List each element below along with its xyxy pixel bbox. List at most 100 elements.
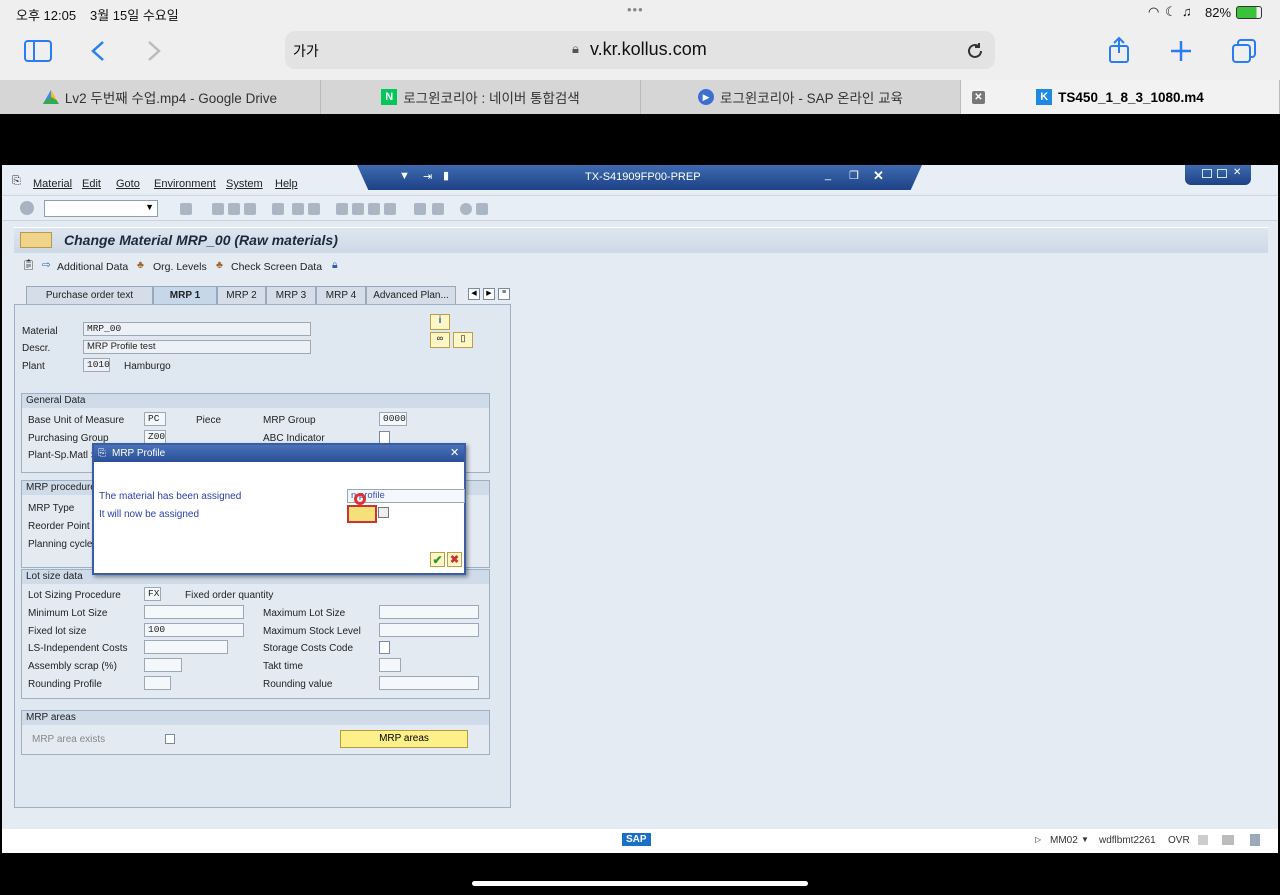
dropdown-icon[interactable]: ▼ xyxy=(399,170,410,182)
rounding-value-field[interactable] xyxy=(379,676,479,690)
back-icon[interactable] xyxy=(90,40,106,62)
assembly-scrap-field[interactable] xyxy=(144,658,182,672)
descr-label: Descr. xyxy=(22,343,51,354)
document-icon[interactable]: ▯ xyxy=(453,332,473,348)
last-page-icon[interactable] xyxy=(384,203,396,215)
home-indicator xyxy=(472,881,808,886)
command-dropdown-icon[interactable]: ▼ xyxy=(145,202,154,212)
max-icon[interactable] xyxy=(1217,169,1227,178)
text-size-button[interactable]: 가가 xyxy=(293,41,319,61)
mrp-group-field[interactable]: 0000 xyxy=(379,412,407,426)
transaction-code[interactable]: MM02 xyxy=(1050,835,1078,846)
browser-tab[interactable]: Lv2 두번째 수업.mp4 - Google Drive xyxy=(0,80,321,114)
create-icon[interactable]: 📋︎ xyxy=(22,258,35,271)
print-icon[interactable] xyxy=(272,203,284,215)
tab-advanced-planning[interactable]: Advanced Plan... xyxy=(366,286,456,304)
tab-scroll-left-icon[interactable]: ◀ xyxy=(468,288,480,300)
browser-tab[interactable]: ▶ 로그윈코리아 - SAP 온라인 교육 xyxy=(641,80,961,114)
tab-mrp4[interactable]: MRP 4 xyxy=(316,286,366,304)
buom-field[interactable]: PC xyxy=(144,412,166,426)
restore-icon[interactable]: ❐ xyxy=(849,169,859,182)
fixed-lot-size-field[interactable]: 100 xyxy=(144,623,244,637)
confirm-icon[interactable]: ✔ xyxy=(430,552,445,567)
storage-costs-code-field[interactable] xyxy=(379,641,390,654)
win-close-icon[interactable]: ✕ xyxy=(1233,167,1241,178)
minimum-lot-size-field[interactable] xyxy=(144,605,244,619)
rounding-profile-field[interactable] xyxy=(144,676,171,690)
menu-environment[interactable]: Environment xyxy=(154,178,216,190)
takt-time-field[interactable] xyxy=(379,658,401,672)
status-expand-icon[interactable]: ▷ xyxy=(1035,835,1041,844)
additional-data-button[interactable]: Additional Data xyxy=(57,261,128,273)
org-levels-button[interactable]: Org. Levels xyxy=(153,261,207,273)
enter-icon[interactable] xyxy=(20,201,34,215)
tabs-overview-icon[interactable] xyxy=(1231,38,1257,64)
tab-mrp2[interactable]: MRP 2 xyxy=(217,286,266,304)
lock-icon[interactable]: 🔒︎ xyxy=(332,259,338,272)
maximum-stock-level-field[interactable] xyxy=(379,623,479,637)
new-session-icon[interactable] xyxy=(414,203,426,215)
maximum-lot-size-field[interactable] xyxy=(379,605,479,619)
multitask-dots[interactable]: ••• xyxy=(627,2,644,17)
menu-goto[interactable]: Goto xyxy=(116,178,140,190)
tab-mrp3[interactable]: MRP 3 xyxy=(266,286,316,304)
browser-tab[interactable]: N 로그윈코리아 : 네이버 통합검색 xyxy=(321,80,641,114)
sap-menu-icon[interactable]: ⎘ xyxy=(12,175,21,188)
dialog-close-icon[interactable]: ✕ xyxy=(450,445,459,462)
help-icon[interactable] xyxy=(460,203,472,215)
new-tab-icon[interactable] xyxy=(1170,40,1192,62)
first-page-icon[interactable] xyxy=(336,203,348,215)
layout-icon[interactable] xyxy=(1222,835,1234,845)
menu-edit[interactable]: Edit xyxy=(82,178,101,190)
sap-system-toolbar: ▼ xyxy=(2,195,1278,221)
search-help-icon[interactable] xyxy=(378,507,389,518)
shortcut-icon[interactable] xyxy=(432,203,444,215)
mrp-group-label: MRP Group xyxy=(263,415,316,426)
mrp-area-exists-label: MRP area exists xyxy=(32,734,106,745)
pin-icon[interactable]: ⇥ xyxy=(423,170,432,183)
browser-tab-active[interactable]: ✕ K TS450_1_8_3_1080.m4 xyxy=(961,80,1280,114)
check-screen-data-button[interactable]: Check Screen Data xyxy=(231,261,322,273)
share-icon[interactable] xyxy=(1107,36,1131,64)
min-icon[interactable] xyxy=(1202,169,1212,178)
ls-independent-costs-field[interactable] xyxy=(144,640,228,654)
tab-purchase-order-text[interactable]: Purchase order text xyxy=(26,286,153,304)
exit-icon[interactable] xyxy=(228,203,240,215)
find-next-icon[interactable] xyxy=(308,203,320,215)
mrp-areas-button[interactable]: MRP areas xyxy=(340,730,468,748)
next-page-icon[interactable] xyxy=(368,203,380,215)
cancel-icon[interactable]: ✖ xyxy=(447,552,462,567)
material-label: Material xyxy=(22,326,58,337)
cancel-icon[interactable] xyxy=(244,203,256,215)
menu-help[interactable]: Help xyxy=(275,178,298,190)
minimize-icon[interactable]: _ xyxy=(825,169,831,181)
plant-label: Plant xyxy=(22,361,45,372)
tcode-dropdown-icon[interactable]: ▼ xyxy=(1081,835,1089,844)
address-bar[interactable]: 가가 🔒︎ v.kr.kollus.com xyxy=(285,31,995,69)
prev-page-icon[interactable] xyxy=(352,203,364,215)
info-icon[interactable]: i xyxy=(430,314,450,330)
sidebar-icon[interactable] xyxy=(24,40,52,62)
sap-status-bar: SAP ▷ MM02 ▼ wdflbmt2261 OVR xyxy=(2,829,1278,853)
tab-scroll-right-icon[interactable]: ▶ xyxy=(483,288,495,300)
application-toolbar: 📋︎ ⇨ Additional Data ♣ Org. Levels ♣ Che… xyxy=(14,255,1268,279)
reload-icon[interactable] xyxy=(965,41,985,61)
tab-list-icon[interactable]: ≡ xyxy=(498,288,510,300)
purchasing-group-field[interactable]: Z00 xyxy=(144,430,166,444)
tab-mrp1[interactable]: MRP 1 xyxy=(153,286,217,304)
save-icon[interactable] xyxy=(180,203,192,215)
material-field: MRP_00 xyxy=(83,322,311,336)
command-field[interactable]: ▼ xyxy=(44,200,158,217)
find-icon[interactable] xyxy=(292,203,304,215)
forward-icon[interactable] xyxy=(146,40,162,62)
layout-icon[interactable] xyxy=(476,203,488,215)
window-controls: ✕ xyxy=(1185,165,1251,185)
close-tab-icon[interactable]: ✕ xyxy=(972,91,985,104)
back-icon[interactable] xyxy=(212,203,224,215)
close-icon[interactable]: ✕ xyxy=(873,168,884,184)
dialog-titlebar: ⎘ MRP Profile ✕ xyxy=(94,445,464,462)
lot-sizing-procedure-field[interactable]: FX xyxy=(144,587,161,601)
menu-system[interactable]: System xyxy=(226,178,263,190)
glasses-icon[interactable]: ∞ xyxy=(430,332,450,348)
menu-material[interactable]: Material xyxy=(33,178,72,190)
